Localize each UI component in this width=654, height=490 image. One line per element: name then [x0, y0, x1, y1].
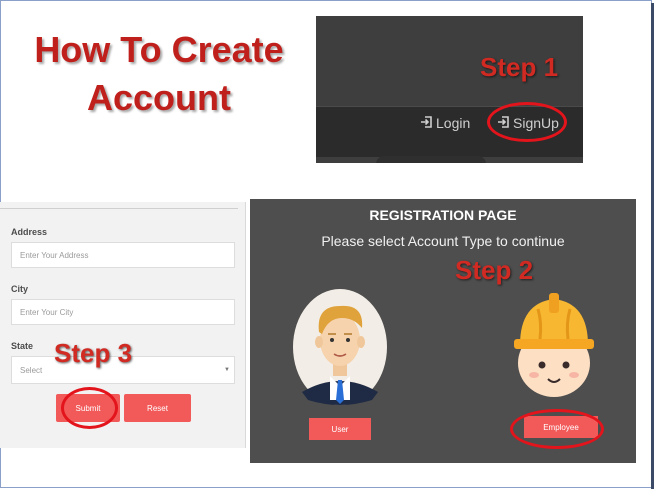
signup-highlight-circle — [487, 102, 567, 142]
user-avatar[interactable] — [292, 288, 388, 411]
login-label: Login — [436, 115, 471, 131]
state-label: State — [11, 341, 34, 351]
navbar-tab-shape — [376, 156, 486, 163]
slide-title-line2: Account — [87, 77, 231, 118]
step3-label: Step 3 — [54, 338, 133, 368]
address-label: Address — [11, 227, 48, 237]
reset-button[interactable]: Reset — [124, 394, 191, 422]
registration-title: REGISTRATION PAGE — [369, 207, 517, 223]
city-input[interactable]: Enter Your City — [11, 299, 235, 325]
registration-subtitle: Please select Account Type to continue — [321, 233, 565, 249]
form-divider — [0, 208, 238, 209]
employee-highlight-circle — [510, 409, 604, 449]
step1-label: Step 1 — [480, 52, 559, 82]
form-screenshot: Address Enter Your Address City Enter Yo… — [0, 202, 246, 448]
slide-title: How To Create Account — [24, 26, 294, 122]
address-input[interactable]: Enter Your Address — [11, 242, 235, 268]
user-button[interactable]: User — [309, 418, 371, 440]
navbar-screenshot: Login SignUp — [316, 16, 583, 163]
slide-title-line1: How To Create — [34, 29, 284, 70]
state-select-value: Select — [20, 365, 43, 375]
step2-label: Step 2 — [455, 255, 534, 285]
chevron-down-icon: ▼ — [224, 367, 230, 373]
login-link[interactable]: Login — [420, 115, 470, 131]
employee-avatar[interactable] — [504, 283, 604, 406]
sign-in-icon — [420, 115, 433, 131]
city-label: City — [11, 284, 29, 294]
submit-highlight-circle — [61, 387, 118, 429]
